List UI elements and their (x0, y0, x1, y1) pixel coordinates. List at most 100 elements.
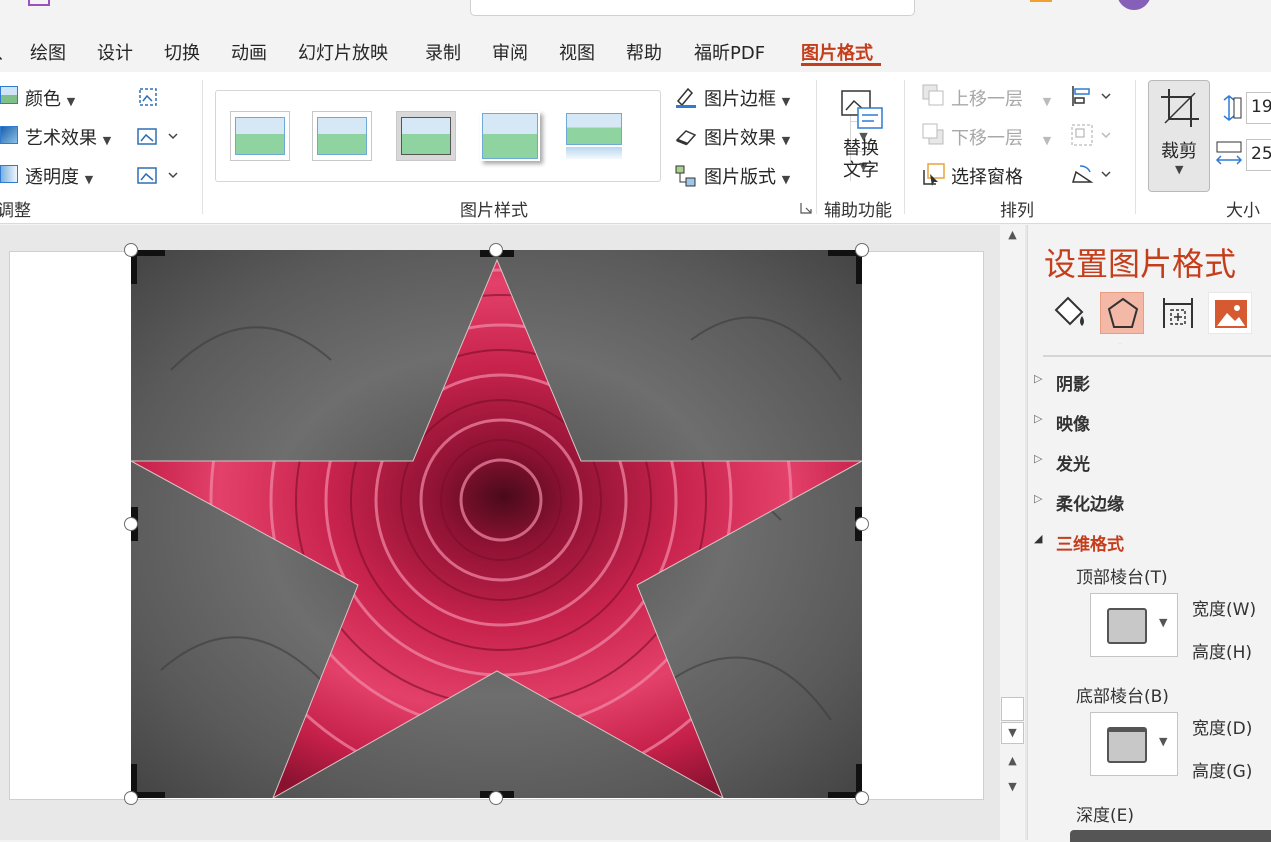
style-thumb-soft-edge[interactable] (480, 111, 540, 161)
resize-handle-nw[interactable] (124, 243, 138, 257)
arrange-group-label: 排列 (1000, 201, 1034, 221)
chevron-down-icon: ▼ (1175, 163, 1184, 176)
chevron-down-icon: ▼ (1159, 735, 1168, 748)
bottom-bevel-width-label: 宽度(D) (1192, 719, 1253, 739)
bottom-bevel-dropdown[interactable]: ▼ (1090, 712, 1178, 776)
group-separator (1135, 80, 1136, 214)
group-objects-icon[interactable] (1070, 123, 1116, 147)
tab-partial[interactable]: 、 (0, 39, 14, 65)
height-input[interactable]: 19 (1246, 92, 1271, 124)
adjust-group-label: 调整 (0, 201, 31, 221)
scroll-up-button[interactable]: ▲ (1001, 225, 1024, 247)
tab-record[interactable]: 录制 (425, 39, 461, 65)
tab-help[interactable]: 帮助 (626, 39, 662, 65)
style-thumb-thick-frame[interactable] (312, 111, 372, 161)
top-bevel-height-label: 高度(H) (1192, 643, 1253, 663)
format-picture-pane: 设置图片格式 ▷ 阴影 ▷ 映像 ▷ 发光 ▷ 柔化边缘 ◢ 三维格式 顶部棱台(T) ▼… (1027, 225, 1271, 842)
top-bevel-dropdown[interactable]: ▼ (1090, 593, 1178, 657)
artistic-effects-button[interactable]: 艺术效果 ▼ (25, 124, 111, 150)
notification-icon[interactable] (1030, 0, 1052, 2)
compress-pictures-icon[interactable] (137, 86, 159, 108)
depth-color-picker[interactable] (1070, 830, 1271, 842)
bottom-bevel-height-label: 高度(G) (1192, 762, 1253, 782)
tab-draw[interactable]: 绘图 (30, 39, 66, 65)
dialog-launcher-icon[interactable] (800, 202, 812, 214)
soft-edges-section[interactable]: ▷ 柔化边缘 (1034, 490, 1124, 515)
picture-border-icon (676, 87, 696, 108)
alt-text-label-2[interactable]: 文字 (843, 156, 879, 182)
3d-format-section[interactable]: ◢ 三维格式 (1034, 530, 1124, 555)
style-thumb-simple-frame[interactable] (230, 111, 290, 161)
bring-forward-button[interactable]: 上移一层 ▼ (951, 85, 1051, 111)
picture-layout-button[interactable]: 图片版式 ▼ (704, 163, 790, 189)
tab-picture-format[interactable]: 图片格式 (801, 39, 873, 65)
shadow-section[interactable]: ▷ 阴影 (1034, 370, 1090, 395)
color-button[interactable]: 颜色 ▼ (25, 85, 75, 111)
picture-layout-icon (675, 165, 696, 187)
top-bevel-label: 顶部棱台(T) (1076, 568, 1168, 588)
tab-review[interactable]: 审阅 (492, 39, 528, 65)
crop-icon (1161, 89, 1199, 127)
send-backward-icon (922, 123, 944, 145)
resize-handle-ne[interactable] (855, 243, 869, 257)
previous-slide-button[interactable]: ▲︎ (1001, 751, 1024, 773)
artistic-effects-icon (0, 126, 18, 144)
tab-foxit-pdf[interactable]: 福昕PDF (694, 39, 765, 65)
align-icon[interactable] (1070, 84, 1116, 108)
app-icon (28, 0, 50, 6)
crop-label: 裁剪 (1161, 141, 1197, 162)
chevron-down-icon: ▼ (1159, 616, 1168, 629)
style-thumb-reflected[interactable] (564, 111, 624, 161)
send-backward-button[interactable]: 下移一层 ▼ (951, 124, 1051, 150)
selection-pane-icon (923, 163, 945, 186)
bring-forward-icon (922, 84, 944, 106)
resize-handle-n[interactable] (489, 243, 503, 257)
tab-transitions[interactable]: 切换 (164, 39, 200, 65)
next-slide-button[interactable]: ▼︎ (1001, 777, 1024, 799)
resize-handle-se[interactable] (855, 791, 869, 805)
effects-tab[interactable] (1100, 292, 1144, 334)
title-bar (0, 0, 1271, 30)
picture-effects-button[interactable]: 图片效果 ▼ (704, 124, 790, 150)
picture-styles-group-label: 图片样式 (460, 201, 528, 221)
picture-styles-gallery[interactable]: ▲ ▼ ▼ (215, 90, 876, 182)
width-input[interactable]: 25 (1246, 139, 1271, 171)
active-tab-indicator (801, 63, 881, 66)
group-separator (816, 80, 817, 214)
selection-pane-button[interactable]: 选择窗格 (951, 163, 1023, 189)
picture-tab[interactable] (1208, 292, 1252, 334)
tab-slideshow[interactable]: 幻灯片放映 (298, 39, 388, 65)
resize-handle-s[interactable] (489, 791, 503, 805)
rotate-icon[interactable] (1070, 162, 1116, 186)
resize-handle-sw[interactable] (124, 791, 138, 805)
avatar[interactable] (1117, 0, 1151, 10)
color-icon (0, 86, 18, 104)
style-thumb-shadow[interactable] (396, 111, 456, 161)
fill-line-icon[interactable] (1048, 292, 1092, 334)
selected-picture[interactable] (131, 250, 862, 798)
resize-handle-w[interactable] (124, 517, 138, 531)
shape-width-icon (1215, 141, 1243, 165)
effects-pentagon-icon (1107, 297, 1139, 328)
scroll-down-button[interactable]: ▼ (1001, 722, 1024, 744)
change-picture-icon[interactable] (136, 126, 180, 148)
vertical-scrollbar[interactable]: ▲ ▼ ▲︎ ▼︎ (1000, 225, 1025, 840)
reflection-section[interactable]: ▷ 映像 (1034, 410, 1090, 435)
crop-button[interactable]: 裁剪 ▼ (1148, 80, 1210, 192)
ribbon: 颜色 ▼ 艺术效果 ▼ 透明度 ▼ 调整 ▲ ▼ ▼ 图片样式 图片边框 ▼ 图… (0, 72, 1271, 224)
size-properties-icon[interactable] (1156, 292, 1200, 334)
alt-text-icon (841, 90, 883, 129)
tab-animations[interactable]: 动画 (231, 39, 267, 65)
resize-handle-e[interactable] (855, 517, 869, 531)
tab-view[interactable]: 视图 (559, 39, 595, 65)
shape-height-icon (1223, 95, 1242, 121)
transparency-button[interactable]: 透明度 ▼ (25, 163, 93, 189)
search-box[interactable] (470, 0, 915, 16)
scroll-thumb[interactable] (1001, 697, 1024, 721)
reset-picture-icon[interactable] (136, 165, 180, 187)
depth-label: 深度(E) (1076, 806, 1135, 826)
accessibility-group-label: 辅助功能 (824, 201, 892, 221)
glow-section[interactable]: ▷ 发光 (1034, 450, 1090, 475)
tab-design[interactable]: 设计 (97, 39, 133, 65)
picture-border-button[interactable]: 图片边框 ▼ (704, 85, 790, 111)
